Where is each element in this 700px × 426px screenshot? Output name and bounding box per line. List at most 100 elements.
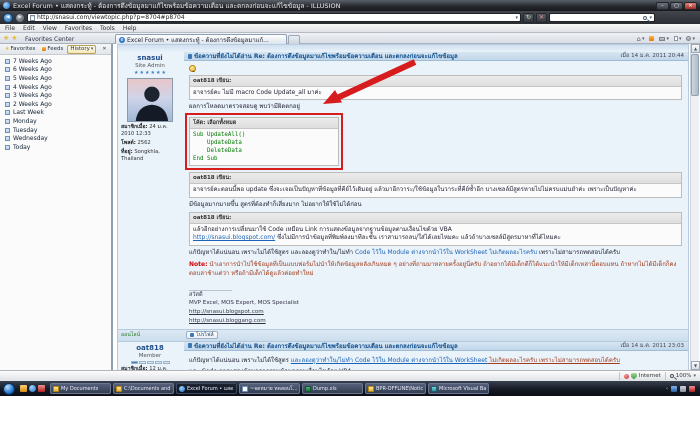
tab-excel-forum[interactable]: e Excel Forum • แสดงกระทู้ - ต้องการดึงข… xyxy=(115,34,287,44)
taskbar-button-letter-doc[interactable]: ~จดหมาย ทดสอบโ... xyxy=(239,383,300,394)
history-item-6-weeks[interactable]: 6 Weeks Ago xyxy=(0,66,111,75)
history-item-4-weeks[interactable]: 4 Weeks Ago xyxy=(0,83,111,92)
post2-text1: แก้ปัญหาได้แน่นอน เพราะไม่ได้ใช้สูตร xyxy=(189,357,291,364)
taskbar-button-my-documents[interactable]: My Documents xyxy=(50,383,111,394)
taskbar-button-excel-forum[interactable]: Excel Forum • แสด... xyxy=(176,383,237,394)
history-item-7-weeks[interactable]: 7 Weeks Ago xyxy=(0,57,111,66)
address-dropdown-icon[interactable]: ▾ xyxy=(515,15,518,21)
back-button[interactable]: ◀ xyxy=(3,13,13,23)
taskbar-button-bpr-offline[interactable]: BPR-OFFLINE\Notic... xyxy=(365,383,426,394)
quote-box-3: oat818 เขียน: แล้วอีกอย่างการเปลี่ยนมาใช… xyxy=(189,212,682,246)
tab-favicon-icon: e xyxy=(119,37,125,43)
post2-subject[interactable]: ข้อความที่ยังไม่ได้อ่าน Re: ต้องการดึงข้… xyxy=(194,341,619,351)
history-item-label: Monday xyxy=(13,118,37,125)
tray-app-icon[interactable] xyxy=(689,386,695,392)
taskbar-button-label: Dump.xls xyxy=(313,386,337,392)
history-item-2-weeks[interactable]: 2 Weeks Ago xyxy=(0,100,111,109)
tray-volume-icon[interactable] xyxy=(680,386,686,392)
signature-link-1[interactable]: http://snasui.blogspot.com xyxy=(189,309,682,317)
print-dropdown-icon[interactable]: ▾ xyxy=(666,36,669,42)
quicklaunch-media-icon[interactable] xyxy=(38,385,45,392)
post1-subject[interactable]: ข้อความที่ยังไม่ได้อ่าน Re: ต้องการดึงข้… xyxy=(194,51,619,61)
vertical-scrollbar[interactable]: ▲ ▼ xyxy=(690,44,699,370)
code-line: Sub UpdateAll() xyxy=(193,131,335,139)
stop-button[interactable]: ✕ xyxy=(536,13,547,23)
blogspot-link[interactable]: http://snasui.blogspot.com/ xyxy=(193,234,275,241)
maximize-button[interactable]: ▢ xyxy=(670,2,683,10)
menu-edit[interactable]: Edit xyxy=(23,25,35,32)
search-dropdown-icon[interactable]: ▾ xyxy=(649,15,652,21)
minimize-button[interactable]: – xyxy=(656,2,669,10)
search-input[interactable]: ▾ xyxy=(549,13,655,22)
rank-star-icon: ★ xyxy=(156,70,160,76)
forward-button[interactable]: ▶ xyxy=(15,13,25,23)
scroll-down-icon[interactable]: ▼ xyxy=(691,361,700,370)
zoom-icon[interactable] xyxy=(670,374,674,378)
post1-online-status: ออนไลน์ xyxy=(121,331,140,339)
taskbar-button-label: Microsoft Visual Bas... xyxy=(439,386,486,392)
history-item-wednesday[interactable]: Wednesday xyxy=(0,134,111,143)
taskbar-button-dump-xls[interactable]: Dump.xls xyxy=(302,383,363,394)
profile-button[interactable]: โปรไฟล์ xyxy=(186,331,218,339)
tray-network-icon[interactable] xyxy=(671,386,677,392)
quote3-header: oat818 เขียน: xyxy=(190,213,681,224)
post2-link-text[interactable]: และลองดูว่าทำใน/ไม่ทำ Code ไว้ใน Module … xyxy=(291,357,488,364)
posts-label: โพสต์: xyxy=(121,140,136,146)
menu-view[interactable]: View xyxy=(43,25,57,32)
signature-title: MVP Excel, MOS Expert, MOS Specialist xyxy=(189,300,682,308)
taskbar-button-visual-basic[interactable]: Microsoft Visual Bas... xyxy=(428,383,489,394)
panel-tab-favorites[interactable]: ★ Favorites xyxy=(2,45,38,54)
start-button[interactable] xyxy=(3,383,15,395)
joined-label: สมาชิกเมื่อ: xyxy=(121,124,148,130)
add-favorite-star-icon[interactable]: ★ xyxy=(11,34,17,42)
url-text[interactable]: http://snasui.com/viewtopic.php?p=8704#p… xyxy=(37,14,513,21)
zoom-level[interactable]: 100% xyxy=(676,373,692,379)
menu-help[interactable]: Help xyxy=(123,25,137,32)
print-button[interactable]: ▾ xyxy=(659,36,669,42)
refresh-button[interactable]: ↻ xyxy=(523,13,534,23)
history-item-last-week[interactable]: Last Week xyxy=(0,109,111,118)
menu-favorites[interactable]: Favorites xyxy=(65,25,92,32)
history-dropdown-icon[interactable]: ▾ xyxy=(91,46,94,52)
page-menu-button[interactable]: ▾ xyxy=(674,36,682,42)
favorites-star-icon[interactable]: ★ xyxy=(3,34,9,42)
home-button[interactable]: ⌂ ▾ xyxy=(637,35,645,43)
post2-author-name[interactable]: oat818 xyxy=(121,344,179,352)
search-icon[interactable] xyxy=(643,16,647,20)
post2-highlight-text: ไม่เกิดผลอะไรครับ เพราะไม่สามารถทดสอบได้… xyxy=(487,357,620,364)
history-item-today[interactable]: Today xyxy=(0,143,111,152)
history-item-tuesday[interactable]: Tuesday xyxy=(0,126,111,135)
panel-tab-feeds[interactable]: Feeds xyxy=(39,45,66,54)
tools-dropdown-icon[interactable]: ▾ xyxy=(692,36,695,42)
history-item-5-weeks[interactable]: 5 Weeks Ago xyxy=(0,74,111,83)
close-button[interactable]: ✕ xyxy=(684,2,697,10)
menu-file[interactable]: File xyxy=(5,25,15,32)
history-item-label: 4 Weeks Ago xyxy=(13,84,52,91)
tray-chevron-icon[interactable]: ‹ xyxy=(666,386,668,392)
new-tab-button[interactable] xyxy=(288,35,300,44)
address-bar[interactable]: http://snasui.com/viewtopic.php?p=8704#p… xyxy=(27,13,521,22)
unread-post-icon xyxy=(188,54,192,59)
page-dropdown-icon[interactable]: ▾ xyxy=(679,36,682,42)
signature-link-2[interactable]: http://snasui.bloggang.com xyxy=(189,318,682,326)
quicklaunch-mail-icon[interactable] xyxy=(20,385,27,392)
taskbar-button-documents-path[interactable]: C:\Documents and ... xyxy=(113,383,174,394)
quicklaunch-ie-icon[interactable] xyxy=(29,385,36,392)
history-item-monday[interactable]: Monday xyxy=(0,117,111,126)
post1-header: ข้อความที่ยังไม่ได้อ่าน Re: ต้องการดึงข้… xyxy=(184,52,688,61)
history-item-label: Last Week xyxy=(13,109,44,116)
zoom-dropdown-icon[interactable]: ▾ xyxy=(693,373,696,379)
tools-menu-button[interactable]: ▾ xyxy=(686,36,695,42)
menu-tools[interactable]: Tools xyxy=(100,25,115,32)
scrollbar-thumb[interactable] xyxy=(691,54,699,96)
history-item-3-weeks[interactable]: 3 Weeks Ago xyxy=(0,91,111,100)
scroll-up-icon[interactable]: ▲ xyxy=(691,44,700,53)
panel-tab-history[interactable]: History ▾ xyxy=(67,45,96,54)
post1-author-name[interactable]: snasui xyxy=(121,54,179,62)
forum-post-2: oat818 Member สมาชิกเมื่อ: 12 ม.ค. 2011 … xyxy=(117,342,689,370)
profile-button-label: โปรไฟล์ xyxy=(196,331,214,339)
panel-close-icon[interactable]: ✕ xyxy=(100,45,109,54)
code-header[interactable]: โค้ด: เลือกทั้งหมด xyxy=(190,118,338,129)
home-dropdown-icon[interactable]: ▾ xyxy=(642,36,645,42)
feeds-button[interactable] xyxy=(649,36,654,41)
